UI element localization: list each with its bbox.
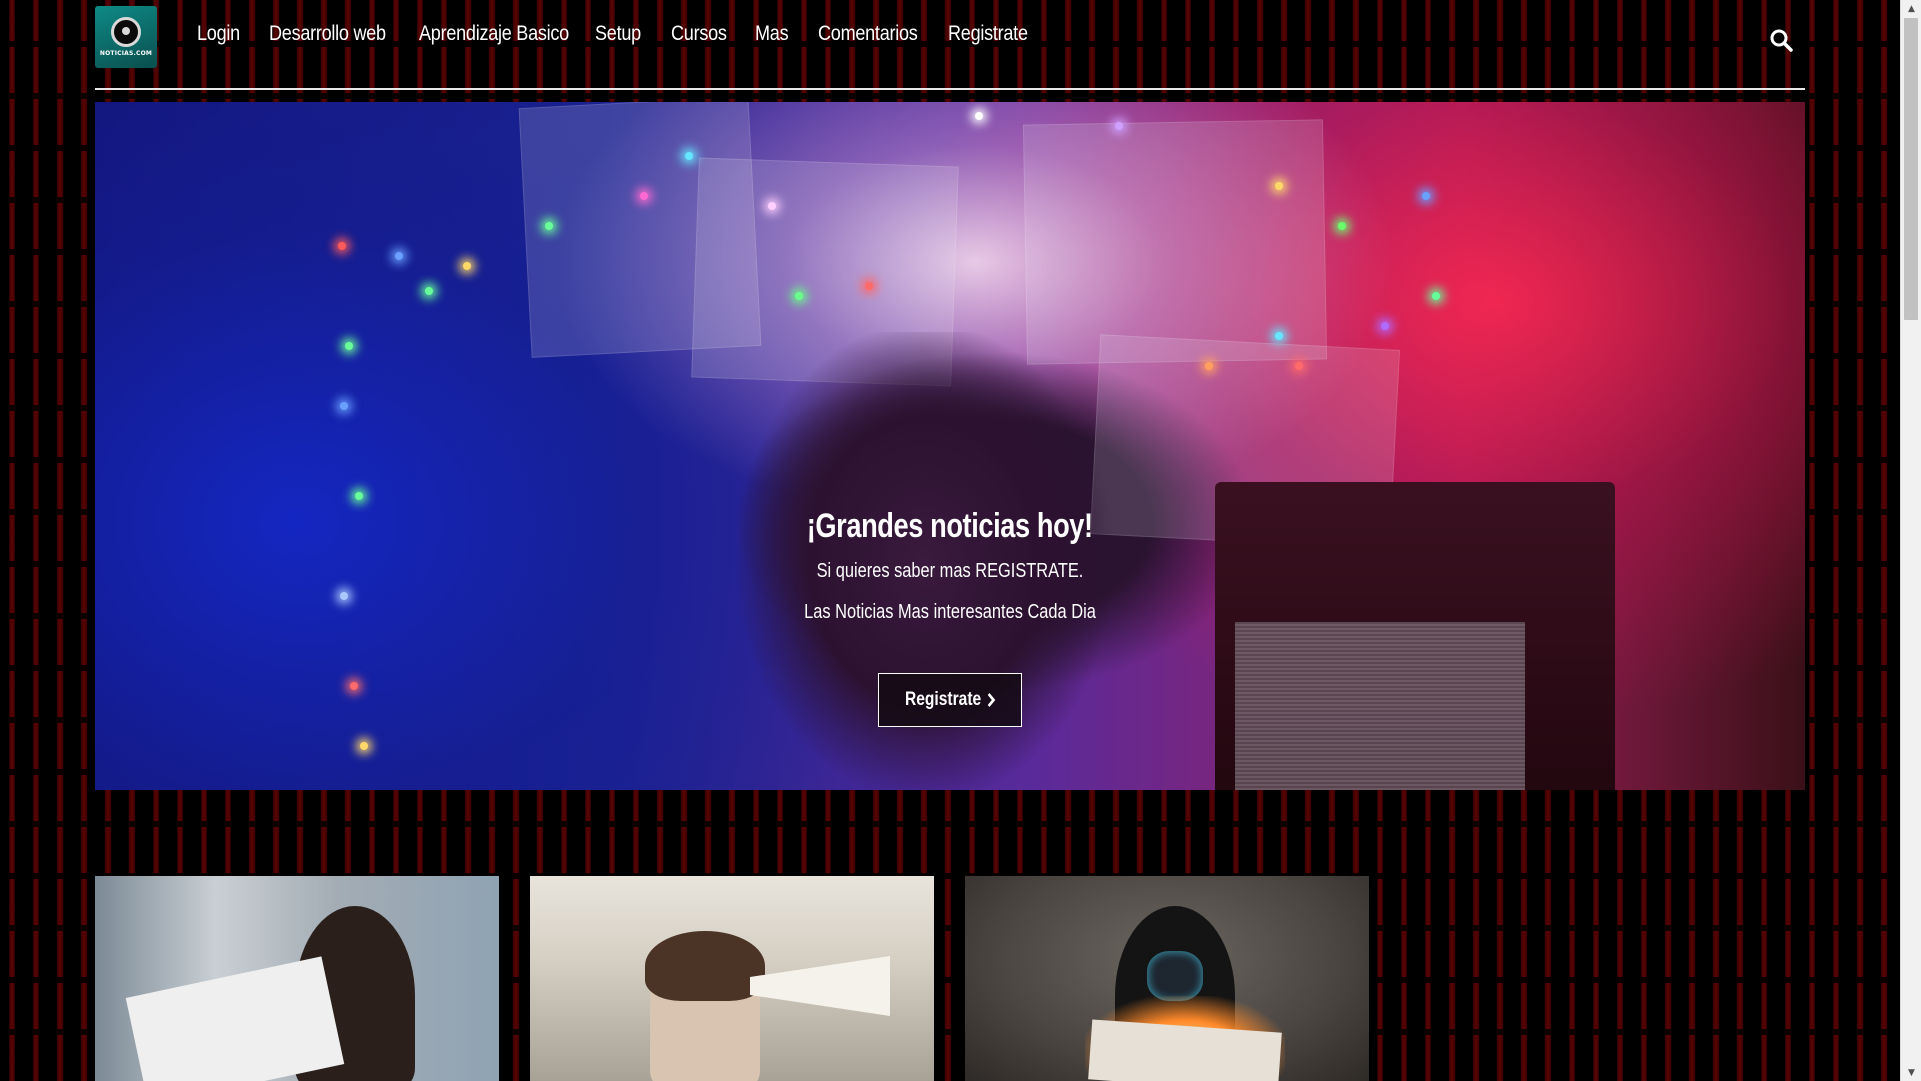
nav-item-aprendizaje-basico[interactable]: Aprendizaje Basico: [419, 22, 569, 46]
string-light: [1205, 362, 1213, 370]
navbar: NOTICIAS.COM Login Desarrollo web Aprend…: [95, 0, 1805, 90]
string-light: [1275, 182, 1283, 190]
string-light: [865, 282, 873, 290]
string-light: [1338, 222, 1346, 230]
search-icon: [1770, 29, 1793, 52]
nav-item-login[interactable]: Login: [197, 22, 240, 46]
search-button[interactable]: [1769, 28, 1793, 52]
string-light: [345, 342, 353, 350]
hero-newspaper: [1022, 119, 1328, 365]
hero-subtitle: Si quieres saber mas REGISTRATE.: [816, 560, 1084, 582]
nav-item-registrate[interactable]: Registrate: [948, 22, 1028, 46]
string-light: [1115, 122, 1123, 130]
hero-title: ¡Grandes noticias hoy!: [807, 507, 1093, 545]
hero-tagline: Las Noticias Mas interesantes Cada Dia: [804, 601, 1096, 623]
card-image-newspaper: [125, 956, 345, 1081]
string-light: [795, 292, 803, 300]
string-light: [463, 262, 471, 270]
news-card-megaphone[interactable]: [530, 876, 934, 1081]
nav-item-desarrollo-web[interactable]: Desarrollo web: [269, 22, 386, 46]
hero-tv-screen: [1235, 622, 1525, 790]
string-light: [545, 222, 553, 230]
news-card-woman-reading[interactable]: [95, 876, 499, 1081]
string-light: [395, 252, 403, 260]
register-button[interactable]: Registrate: [878, 673, 1022, 727]
nav-item-setup[interactable]: Setup: [595, 22, 641, 46]
register-button-content: Registrate: [905, 689, 996, 711]
string-light: [975, 112, 983, 120]
nav-item-comentarios[interactable]: Comentarios: [818, 22, 918, 46]
card-image-hair: [645, 931, 765, 1001]
string-light: [640, 192, 648, 200]
hero-banner: ¡Grandes noticias hoy! Si quieres saber …: [95, 102, 1805, 790]
scroll-up-arrow-icon[interactable]: ▲: [1901, 0, 1921, 17]
string-light: [340, 402, 348, 410]
scrollbar-thumb[interactable]: [1904, 18, 1918, 320]
card-image-mask: [1147, 951, 1203, 1001]
string-light: [1422, 192, 1430, 200]
string-light: [1381, 322, 1389, 330]
nav-item-mas[interactable]: Mas: [755, 22, 789, 46]
string-light: [350, 682, 358, 690]
string-light: [1275, 332, 1283, 340]
logo-text: NOTICIAS.COM: [99, 50, 153, 57]
string-light: [425, 287, 433, 295]
string-light: [338, 242, 346, 250]
string-light: [360, 742, 368, 750]
page: NOTICIAS.COM Login Desarrollo web Aprend…: [0, 0, 1900, 1081]
chevron-right-icon: [987, 692, 995, 708]
scroll-down-arrow-icon[interactable]: ▼: [1901, 1064, 1921, 1081]
vertical-scrollbar[interactable]: ▲ ▼: [1900, 0, 1921, 1081]
string-light: [1432, 292, 1440, 300]
string-light: [355, 492, 363, 500]
card-image-megaphone: [750, 956, 890, 1016]
string-light: [1295, 362, 1303, 370]
register-button-label: Registrate: [904, 689, 981, 710]
nav-item-cursos[interactable]: Cursos: [671, 22, 727, 46]
news-card-hooded-fire[interactable]: [965, 876, 1369, 1081]
string-light: [685, 152, 693, 160]
site-logo[interactable]: NOTICIAS.COM: [95, 6, 157, 68]
main-nav: Login Desarrollo web Aprendizaje Basico …: [197, 22, 1060, 46]
hero-content: ¡Grandes noticias hoy! Si quieres saber …: [95, 507, 1805, 624]
string-light: [768, 202, 776, 210]
lion-emblem-icon: [111, 17, 141, 47]
